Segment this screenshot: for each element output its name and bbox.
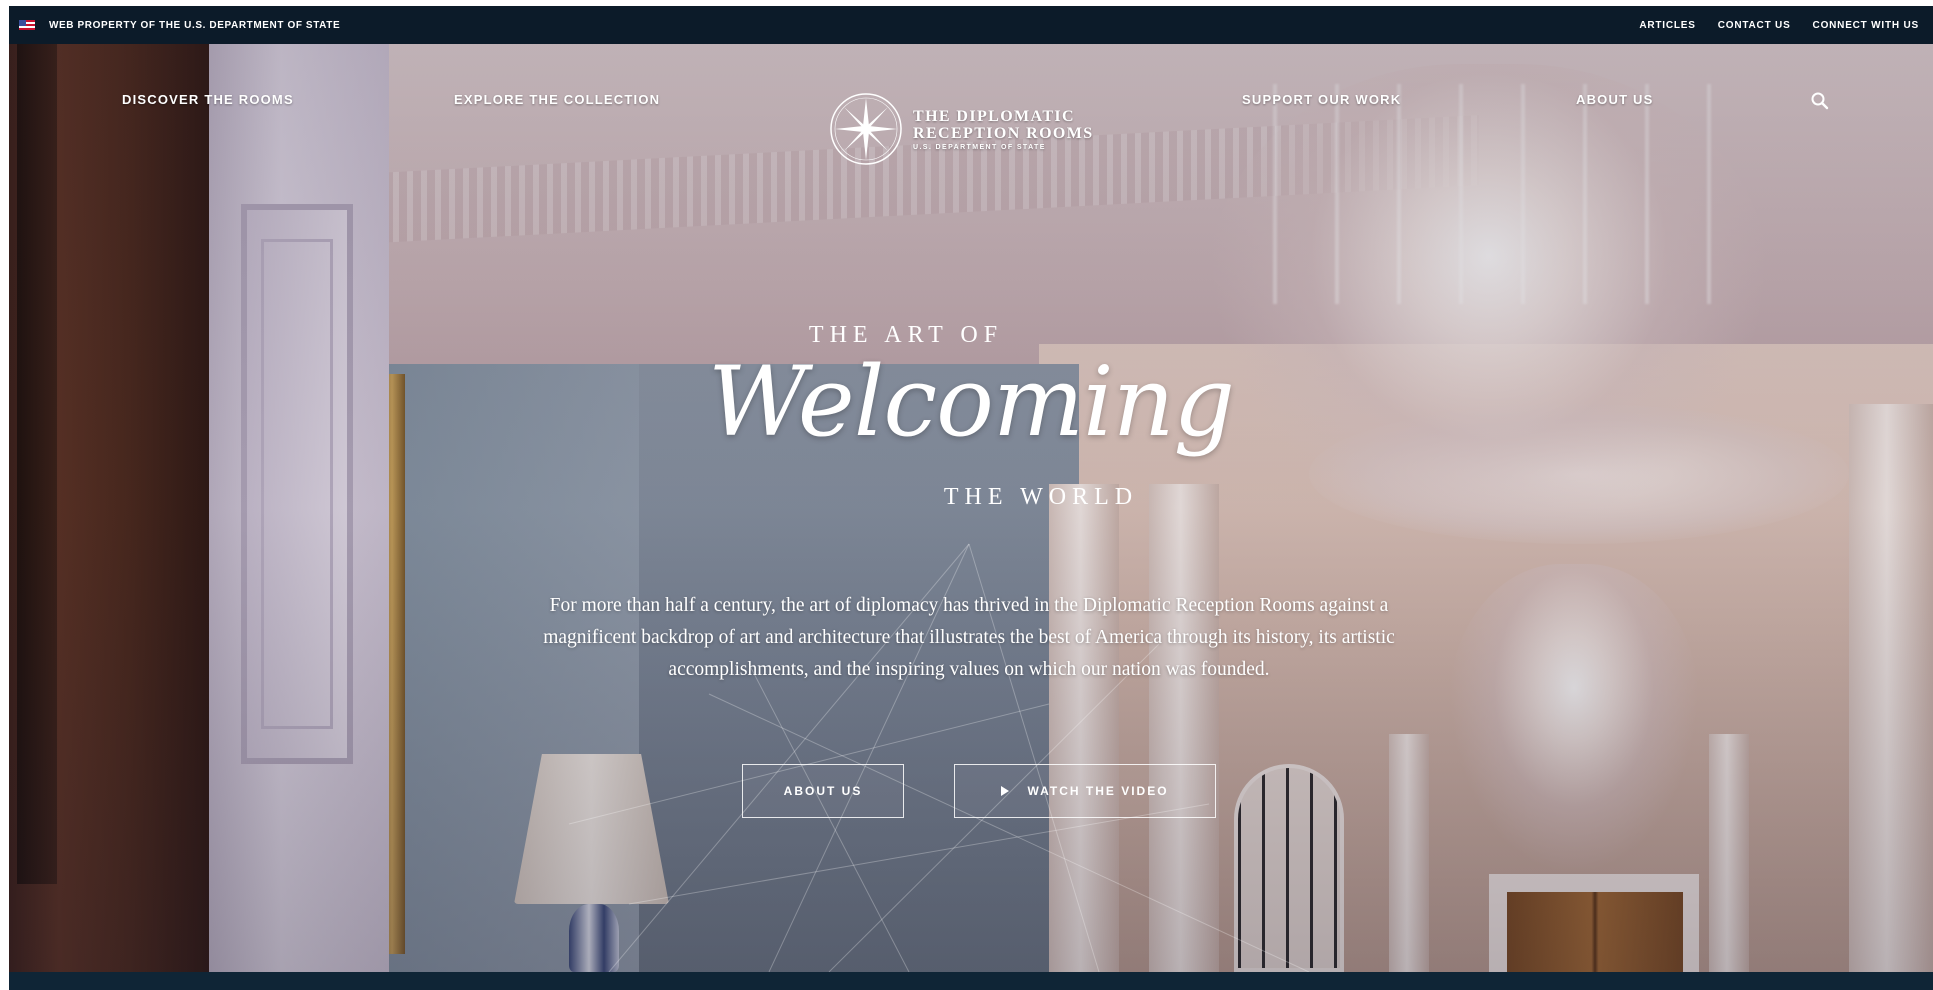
articles-link[interactable]: ARTICLES <box>1639 20 1695 31</box>
utility-bar-left: WEB PROPERTY OF THE U.S. DEPARTMENT OF S… <box>19 20 340 31</box>
hero-subline: THE WORLD <box>9 484 1933 511</box>
hero-headline: Welcoming <box>708 346 1235 458</box>
about-us-button[interactable]: ABOUT US <box>742 764 904 818</box>
nav-explore-the-collection[interactable]: EXPLORE THE COLLECTION <box>454 92 660 107</box>
watch-video-button[interactable]: WATCH THE VIDEO <box>954 764 1216 818</box>
connect-with-us-link[interactable]: CONNECT WITH US <box>1813 20 1919 31</box>
logo-text: THE DIPLOMATIC RECEPTION ROOMS U.S. DEPA… <box>913 108 1094 151</box>
nav-about-us[interactable]: ABOUT US <box>1576 92 1654 107</box>
watch-video-button-label: WATCH THE VIDEO <box>1027 784 1169 798</box>
hero-kicker: THE ART OF <box>9 322 1933 349</box>
nav-support-our-work[interactable]: SUPPORT OUR WORK <box>1242 92 1401 107</box>
logo-line-2: RECEPTION ROOMS <box>913 124 1094 142</box>
hero-subline-text: THE WORLD <box>943 484 1139 510</box>
bottom-bar <box>9 972 1933 990</box>
main-nav: DISCOVER THE ROOMS EXPLORE THE COLLECTIO… <box>9 44 1933 165</box>
browser-viewport: WEB PROPERTY OF THE U.S. DEPARTMENT OF S… <box>9 6 1933 990</box>
site-logo[interactable]: THE DIPLOMATIC RECEPTION ROOMS U.S. DEPA… <box>829 92 1094 166</box>
about-us-button-label: ABOUT US <box>783 784 863 798</box>
web-property-label: WEB PROPERTY OF THE U.S. DEPARTMENT OF S… <box>49 19 341 31</box>
contact-us-link[interactable]: CONTACT US <box>1718 20 1791 31</box>
us-flag-icon <box>19 20 35 30</box>
utility-bar: WEB PROPERTY OF THE U.S. DEPARTMENT OF S… <box>9 6 1933 44</box>
play-icon <box>1001 786 1010 796</box>
compass-rose-icon <box>830 93 902 165</box>
search-icon[interactable] <box>1809 90 1831 112</box>
logo-line-3: U.S. DEPARTMENT OF STATE <box>913 143 1046 151</box>
hero-kicker-text: THE ART OF <box>808 322 1004 348</box>
hero-description: For more than half a century, the art of… <box>543 595 1395 680</box>
utility-links: ARTICLES CONTACT US CONNECT WITH US <box>1639 20 1919 31</box>
nav-discover-the-rooms[interactable]: DISCOVER THE ROOMS <box>122 92 294 107</box>
logo-line-1: THE DIPLOMATIC <box>913 107 1075 125</box>
